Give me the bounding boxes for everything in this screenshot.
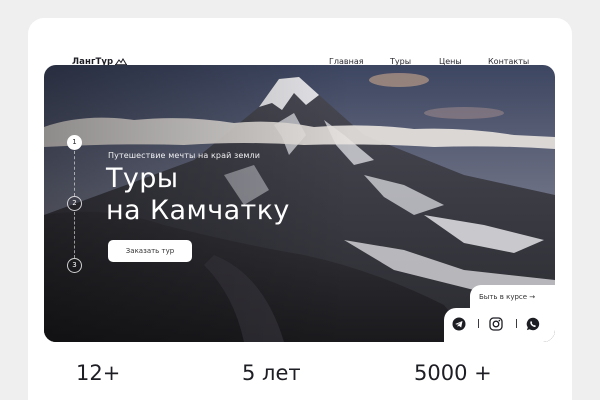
subscribe-link[interactable]: Быть в курсе → bbox=[470, 285, 555, 309]
order-tour-button[interactable]: Заказать тур bbox=[108, 240, 192, 262]
step-3[interactable]: 3 bbox=[67, 258, 82, 273]
instagram-icon[interactable] bbox=[489, 317, 503, 331]
social-divider bbox=[516, 319, 517, 328]
step-1[interactable]: 1 bbox=[67, 135, 82, 150]
hero-title-line-1: Туры bbox=[106, 163, 179, 194]
stat-value: 5000 + bbox=[414, 361, 492, 385]
hero-title: Туры на Камчатку bbox=[106, 163, 290, 227]
page-card: ЛангТур Главная Туры Цены Контакты 1 2 3… bbox=[28, 18, 572, 400]
stat-value: 12+ bbox=[76, 361, 121, 385]
steps-connector bbox=[74, 151, 75, 196]
hero-title-line-2: на Камчатку bbox=[106, 195, 290, 226]
step-2[interactable]: 2 bbox=[67, 196, 82, 211]
social-bar bbox=[444, 308, 555, 342]
hero-banner: 1 2 3 Путешествие мечты на край земли Ту… bbox=[44, 65, 555, 342]
whatsapp-icon[interactable] bbox=[526, 317, 540, 331]
steps-connector bbox=[74, 212, 75, 258]
social-divider bbox=[478, 319, 479, 328]
stat-value: 5 лет bbox=[242, 361, 301, 385]
hero-subtitle: Путешествие мечты на край земли bbox=[108, 151, 261, 160]
telegram-icon[interactable] bbox=[452, 317, 466, 331]
